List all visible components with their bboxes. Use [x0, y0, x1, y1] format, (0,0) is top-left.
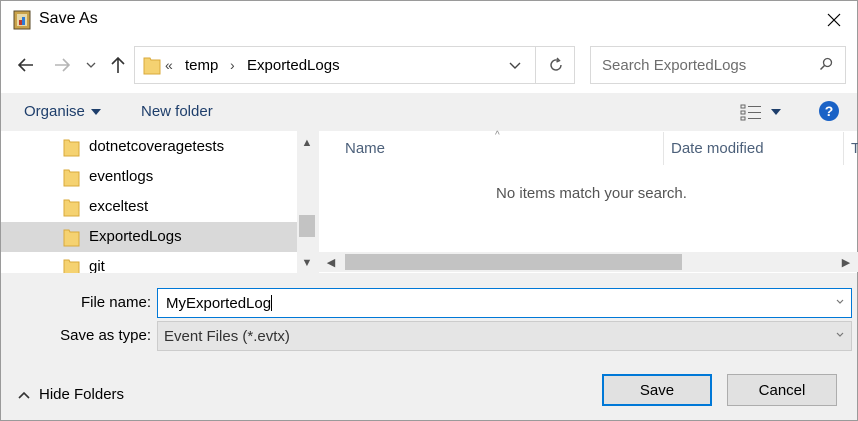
file-list: ^ Name Date modified T No items match yo… [318, 130, 858, 273]
title-bar: Save As [1, 1, 857, 39]
save-as-type-select[interactable]: Event Files (*.evtx) [157, 321, 852, 351]
help-button[interactable]: ? [819, 101, 839, 121]
tree-item-exportedlogs[interactable]: ExportedLogs [1, 222, 297, 252]
column-header-name[interactable]: Name [345, 140, 663, 164]
back-arrow-icon [18, 58, 33, 72]
scrollbar-thumb[interactable] [345, 254, 682, 270]
organise-dropdown-icon[interactable] [91, 109, 101, 115]
command-toolbar: Organise New folder ? [1, 93, 857, 131]
search-box[interactable]: Search ExportedLogs [590, 46, 846, 84]
folder-icon [63, 139, 80, 157]
file-name-value: MyExportedLog [166, 295, 272, 312]
cancel-button[interactable]: Cancel [727, 374, 837, 406]
folder-icon [143, 57, 161, 75]
tree-item-label: exceltest [89, 198, 149, 215]
folder-icon [63, 259, 80, 273]
tree-item-label: dotnetcoveragetests [89, 138, 225, 155]
tree-item-label: ExportedLogs [89, 228, 182, 245]
close-button[interactable] [811, 1, 857, 39]
save-button[interactable]: Save [602, 374, 712, 406]
column-header-type[interactable]: T [851, 140, 858, 157]
breadcrumb-temp[interactable]: temp [185, 57, 218, 74]
address-dropdown-icon[interactable] [505, 55, 525, 75]
tree-item-eventlogs[interactable]: eventlogs [1, 162, 297, 192]
view-options-icon[interactable] [740, 103, 762, 121]
folder-icon [63, 229, 80, 247]
organise-button[interactable]: Organise [24, 103, 85, 120]
navigation-bar: « temp › ExportedLogs Search ExportedLog… [1, 39, 857, 93]
scrollbar-thumb[interactable] [299, 215, 315, 237]
tree-item-label: git [89, 258, 105, 273]
forward-button[interactable] [51, 53, 73, 77]
refresh-icon [549, 57, 562, 71]
hide-folders-label: Hide Folders [39, 386, 125, 403]
up-button[interactable] [107, 53, 129, 77]
new-folder-button[interactable]: New folder [141, 103, 213, 120]
save-as-type-label: Save as type: [60, 327, 151, 344]
chevron-up-icon [18, 391, 30, 399]
view-dropdown-icon[interactable] [771, 109, 781, 115]
breadcrumb-exportedlogs[interactable]: ExportedLogs [247, 57, 340, 74]
scroll-up-icon[interactable]: ▲ [297, 133, 317, 153]
tree-item-dotnetcoveragetests[interactable]: dotnetcoveragetests [1, 132, 297, 162]
tree-item-exceltest[interactable]: exceltest [1, 192, 297, 222]
text-caret [271, 295, 273, 311]
window-title: Save As [39, 10, 98, 27]
chevron-down-icon [836, 332, 844, 337]
back-button[interactable] [15, 53, 37, 77]
column-divider[interactable] [663, 132, 664, 165]
breadcrumb-separator: › [230, 57, 235, 73]
file-name-label: File name: [80, 294, 151, 311]
folder-pane-scrollbar[interactable]: ▲ ▼ [297, 131, 317, 273]
app-icon [13, 10, 31, 30]
navigation-pane: dotnetcoveragetests eventlogs exceltest … [1, 131, 317, 273]
folder-icon [63, 199, 80, 217]
search-icon[interactable] [819, 57, 833, 71]
column-header-date-modified[interactable]: Date modified [671, 140, 764, 157]
save-as-type-value: Event Files (*.evtx) [164, 328, 290, 345]
file-list-scrollbar[interactable]: ◀ ▶ [319, 252, 858, 272]
chevron-down-icon [86, 62, 96, 68]
scroll-left-icon[interactable]: ◀ [321, 252, 341, 272]
tree-item-git[interactable]: git [1, 252, 297, 273]
address-bar[interactable]: « temp › ExportedLogs [134, 46, 575, 84]
scroll-down-icon[interactable]: ▼ [297, 253, 317, 273]
search-input[interactable]: Search ExportedLogs [602, 57, 746, 74]
chevron-down-icon[interactable] [835, 297, 845, 307]
refresh-button[interactable] [535, 47, 575, 83]
overflow-chevron[interactable]: « [165, 57, 173, 73]
column-divider[interactable] [843, 132, 844, 165]
forward-arrow-icon [55, 58, 70, 72]
folder-icon [63, 169, 80, 187]
empty-message: No items match your search. [496, 185, 687, 202]
tree-item-label: eventlogs [89, 168, 154, 185]
up-arrow-icon [111, 56, 125, 73]
save-as-dialog: Save As « temp › ExportedLogs Search Exp… [0, 0, 858, 421]
hide-folders-button[interactable]: Hide Folders [17, 386, 124, 403]
scroll-right-icon[interactable]: ▶ [836, 252, 856, 272]
file-name-field[interactable]: MyExportedLog [157, 288, 852, 318]
recent-locations-button[interactable] [83, 53, 99, 77]
save-form: File name: MyExportedLog Save as type: E… [1, 273, 857, 420]
close-icon [827, 13, 841, 27]
